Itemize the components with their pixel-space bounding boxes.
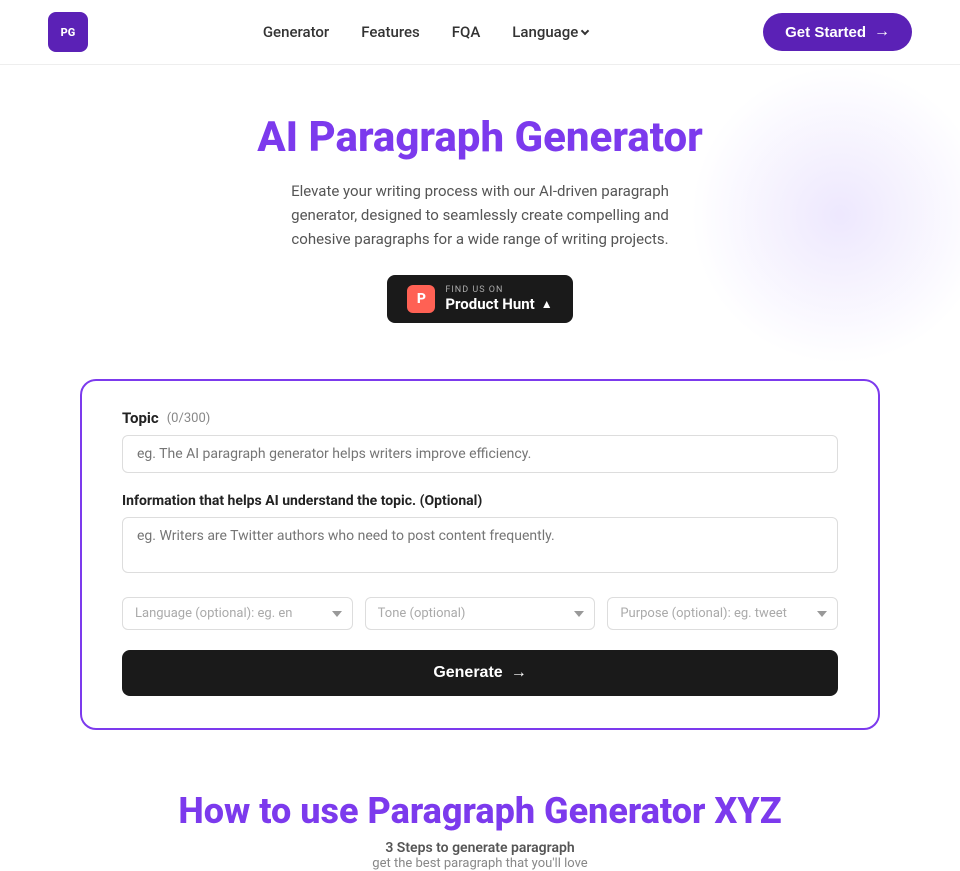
generate-button[interactable]: Generate [122, 650, 838, 696]
get-started-button[interactable]: Get Started [763, 13, 912, 51]
nav-links: Generator Features FQA Language [263, 23, 588, 41]
steps-label: 3 Steps to generate paragraph [48, 840, 912, 856]
navbar: Generator Features FQA Language Get Star… [0, 0, 960, 65]
chevron-down-icon [581, 27, 589, 35]
nav-fqa[interactable]: FQA [452, 23, 481, 41]
form-options-row: Language (optional): eg. en Tone (option… [122, 597, 838, 630]
language-dropdown[interactable]: Language [512, 23, 588, 41]
how-to-section: How to use Paragraph Generator XYZ 3 Ste… [0, 770, 960, 871]
optional-textarea[interactable] [122, 517, 838, 573]
steps-subtitle: get the best paragraph that you'll love [48, 856, 912, 871]
product-hunt-name: Product Hunt ▲ [445, 295, 552, 313]
product-hunt-arrow: ▲ [541, 297, 553, 311]
char-count: (0/300) [167, 411, 211, 426]
purpose-select[interactable]: Purpose (optional): eg. tweet [607, 597, 838, 630]
logo[interactable] [48, 12, 88, 52]
tone-select[interactable]: Tone (optional) [365, 597, 596, 630]
topic-label: Topic (0/300) [122, 409, 838, 427]
language-select[interactable]: Language (optional): eg. en [122, 597, 353, 630]
hero-section: AI Paragraph Generator Elevate your writ… [0, 65, 960, 379]
nav-features[interactable]: Features [361, 23, 419, 41]
product-hunt-find: FIND US ON [445, 285, 552, 295]
nav-generator[interactable]: Generator [263, 23, 329, 41]
product-hunt-badge[interactable]: P FIND US ON Product Hunt ▲ [387, 275, 572, 323]
topic-input[interactable] [122, 435, 838, 473]
product-hunt-icon: P [407, 285, 435, 313]
optional-label: Information that helps AI understand the… [122, 493, 838, 509]
logo-icon [48, 12, 88, 52]
hero-subtitle: Elevate your writing process with our AI… [270, 179, 690, 251]
page-title: AI Paragraph Generator [48, 113, 912, 163]
generator-form-card: Topic (0/300) Information that helps AI … [80, 379, 880, 730]
how-to-title: How to use Paragraph Generator XYZ [48, 790, 912, 832]
